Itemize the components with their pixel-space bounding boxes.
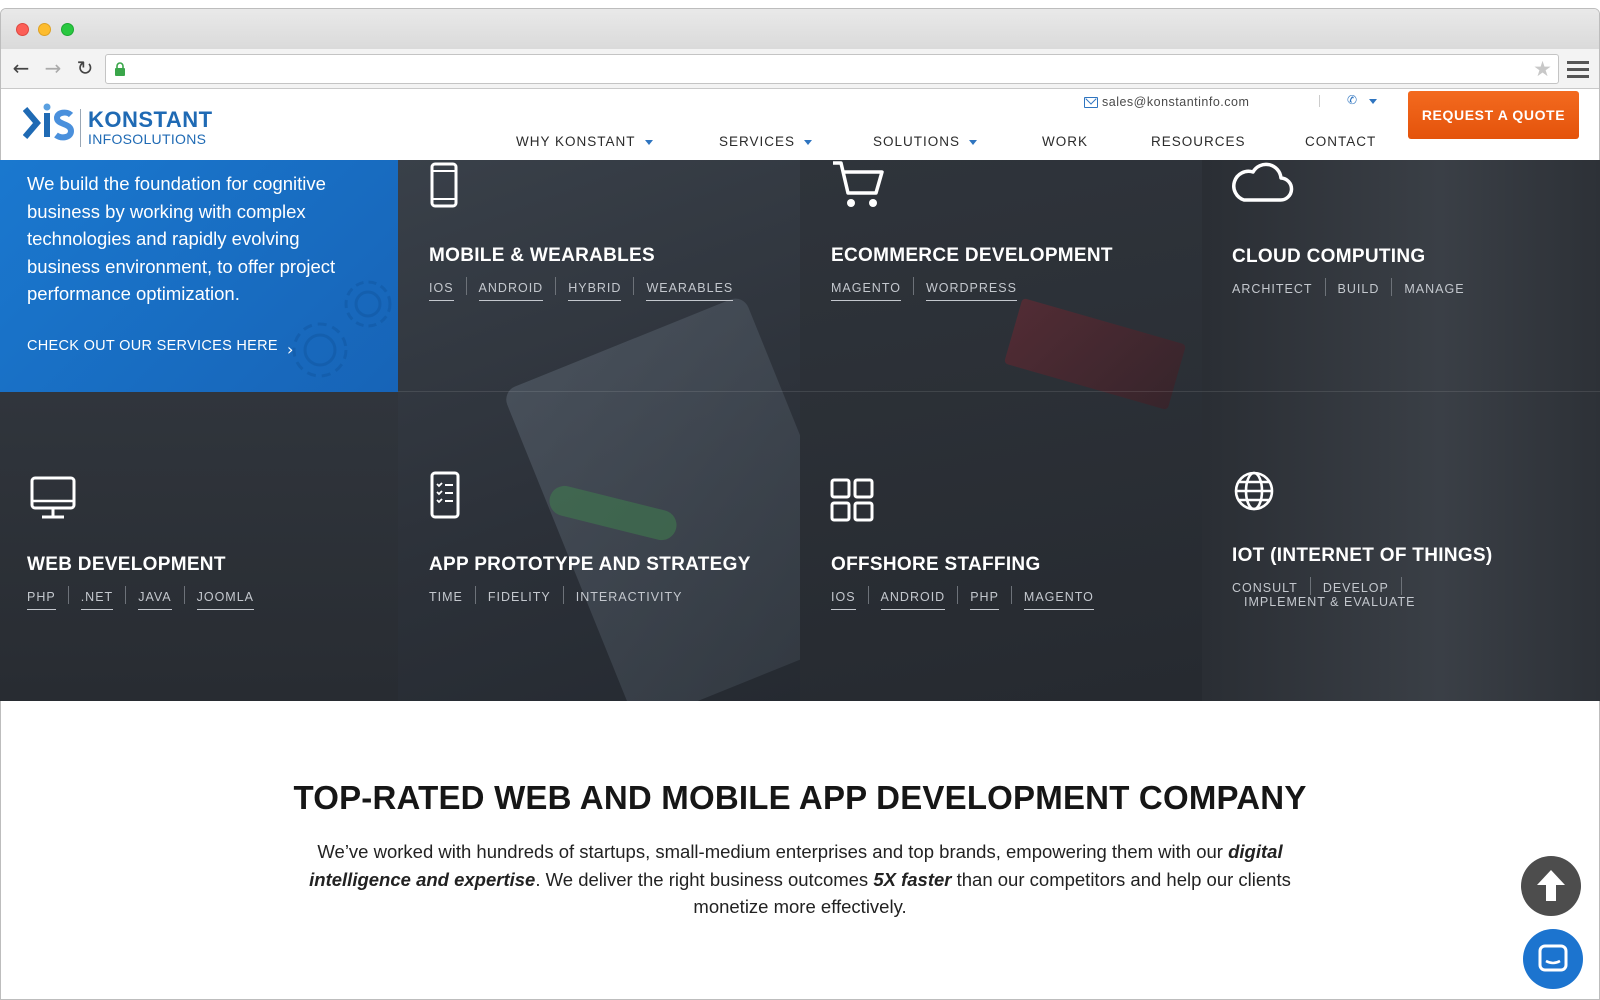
services-hero-grid: We build the foundation for cognitive bu… — [0, 160, 1600, 701]
tile-tags: ARCHITECT BUILD MANAGE — [1232, 278, 1465, 301]
tile-tags: MAGENTO WORDPRESS — [831, 277, 1017, 301]
company-logo[interactable]: KONSTANT INFOSOLUTIONS — [21, 97, 221, 147]
nav-label: SERVICES — [719, 134, 796, 149]
logo-mark-icon — [23, 103, 75, 141]
background-photo — [0, 392, 398, 701]
chevron-down-icon[interactable] — [1369, 99, 1377, 104]
tile-tags: IOS ANDROID PHP MAGENTO — [831, 586, 1094, 610]
nav-item-solutions[interactable]: SOLUTIONS — [873, 134, 978, 154]
title-bar — [1, 9, 1599, 49]
tile-title-offshore-staffing[interactable]: OFFSHORE STAFFING — [831, 554, 1041, 576]
background-photo — [1202, 160, 1600, 701]
address-bar[interactable]: ★ — [105, 54, 1559, 84]
nav-item-why-konstant[interactable]: WHY KONSTANT — [516, 134, 653, 154]
tag-link[interactable]: IOS — [831, 590, 856, 610]
chevron-down-icon — [644, 139, 653, 145]
tag-link[interactable]: INTERACTIVITY — [576, 590, 683, 609]
tag-link[interactable]: JOOMLA — [196, 590, 255, 610]
mobile-checklist-icon — [430, 471, 460, 519]
tile-title-iot[interactable]: IOT (INTERNET OF THINGS) — [1232, 545, 1493, 567]
grid-squares-icon — [830, 478, 874, 522]
close-window-button[interactable] — [16, 23, 29, 36]
tag-link[interactable]: MAGENTO — [831, 281, 901, 301]
tag-link[interactable]: ANDROID — [478, 281, 544, 301]
tag-link[interactable]: ANDROID — [880, 590, 946, 610]
chat-bubble-icon — [1538, 944, 1568, 972]
globe-icon — [1234, 471, 1274, 511]
email-icon — [1084, 97, 1098, 108]
scroll-to-top-button[interactable] — [1521, 856, 1581, 916]
nav-item-work[interactable]: WORK — [1042, 134, 1088, 154]
cloud-icon — [1232, 162, 1294, 202]
shopping-cart-icon — [833, 161, 884, 207]
tag-link[interactable]: IOS — [429, 281, 454, 301]
site-header: KONSTANT INFOSOLUTIONS sales@konstantinf… — [1, 89, 1599, 167]
smartphone-icon — [430, 162, 458, 208]
tag-link[interactable]: IMPLEMENT & EVALUATE — [1244, 595, 1415, 614]
zoom-window-button[interactable] — [61, 23, 74, 36]
tag-link[interactable]: FIDELITY — [488, 590, 551, 609]
chevron-down-icon — [969, 139, 978, 145]
phone-icon[interactable]: ✆ — [1347, 93, 1357, 107]
tag-link[interactable]: MAGENTO — [1023, 590, 1094, 610]
tag-link[interactable]: WEARABLES — [646, 281, 734, 301]
browser-toolbar: ← → ↻ ★ — [1, 49, 1599, 89]
intro-text: We build the foundation for cognitive bu… — [27, 173, 336, 304]
tile-title-web-development[interactable]: WEB DEVELOPMENT — [27, 554, 226, 576]
desktop-monitor-icon — [30, 476, 76, 519]
nav-item-services[interactable]: SERVICES — [719, 134, 813, 154]
contact-email-link[interactable]: sales@konstantinfo.com — [1102, 95, 1249, 109]
tag-link[interactable]: WORDPRESS — [925, 281, 1017, 301]
back-arrow-icon[interactable]: ← — [9, 56, 33, 80]
tile-title-mobile-wearables[interactable]: MOBILE & WEARABLES — [429, 245, 655, 267]
desc-emphasis: 5X faster — [873, 868, 952, 890]
nav-item-contact[interactable]: CONTACT — [1305, 134, 1376, 154]
tag-link[interactable]: JAVA — [138, 590, 172, 610]
desc-text: . We deliver the right business outcomes — [535, 868, 874, 890]
tile-tags: IOS ANDROID HYBRID WEARABLES — [429, 277, 734, 301]
tile-tags: IMPLEMENT & EVALUATE — [1244, 595, 1415, 614]
chevron-down-icon — [804, 139, 813, 145]
background-photo — [800, 160, 1202, 701]
section-heading: TOP-RATED WEB AND MOBILE APP DEVELOPMENT… — [293, 779, 1307, 816]
tile-title-ecommerce-development[interactable]: ECOMMERCE DEVELOPMENT — [831, 245, 1113, 267]
divider — [1319, 95, 1320, 107]
services-link[interactable]: CHECK OUT OUR SERVICES HERE — [27, 338, 278, 354]
star-icon[interactable]: ★ — [1533, 57, 1552, 81]
nav-label: SOLUTIONS — [873, 134, 961, 149]
hamburger-menu-icon[interactable] — [1567, 57, 1589, 81]
nav-label: RESOURCES — [1151, 134, 1246, 149]
minimize-window-button[interactable] — [38, 23, 51, 36]
tile-tags: PHP .NET JAVA JOOMLA — [27, 586, 255, 610]
chat-launcher-button[interactable] — [1523, 929, 1583, 989]
tag-link[interactable]: HYBRID — [568, 281, 622, 301]
lock-icon — [115, 62, 125, 76]
arrow-up-icon — [1537, 870, 1565, 901]
chevron-right-icon[interactable]: › — [287, 340, 293, 359]
nav-label: CONTACT — [1305, 134, 1377, 149]
intro-tile: We build the foundation for cognitive bu… — [0, 160, 398, 392]
request-quote-button[interactable]: REQUEST A QUOTE — [1408, 91, 1579, 139]
tile-tags: TIME FIDELITY INTERACTIVITY — [429, 586, 683, 609]
tag-link[interactable]: PHP — [27, 590, 56, 610]
tag-link[interactable]: .NET — [80, 590, 114, 610]
divider — [398, 391, 1600, 392]
tile-title-cloud-computing[interactable]: CLOUD COMPUTING — [1232, 246, 1425, 268]
logo-wordmark: KONSTANT — [88, 107, 213, 132]
tile-title-app-prototype-strategy[interactable]: APP PROTOTYPE AND STRATEGY — [429, 554, 751, 576]
forward-arrow-icon[interactable]: → — [41, 56, 65, 80]
reload-icon[interactable]: ↻ — [73, 56, 97, 80]
tag-link[interactable]: MANAGE — [1404, 282, 1464, 301]
nav-label: WORK — [1042, 134, 1088, 149]
tag-link[interactable]: TIME — [429, 590, 463, 609]
desc-text: We’ve worked with hundreds of startups, … — [317, 841, 1229, 862]
section-description: We’ve worked with hundreds of startups, … — [298, 838, 1302, 921]
tag-link[interactable]: ARCHITECT — [1232, 282, 1313, 301]
nav-item-resources[interactable]: RESOURCES — [1151, 134, 1246, 154]
logo-subtitle: INFOSOLUTIONS — [88, 131, 207, 147]
tag-link[interactable]: BUILD — [1338, 282, 1380, 301]
nav-label: WHY KONSTANT — [516, 134, 636, 149]
tag-link[interactable]: PHP — [970, 590, 999, 610]
